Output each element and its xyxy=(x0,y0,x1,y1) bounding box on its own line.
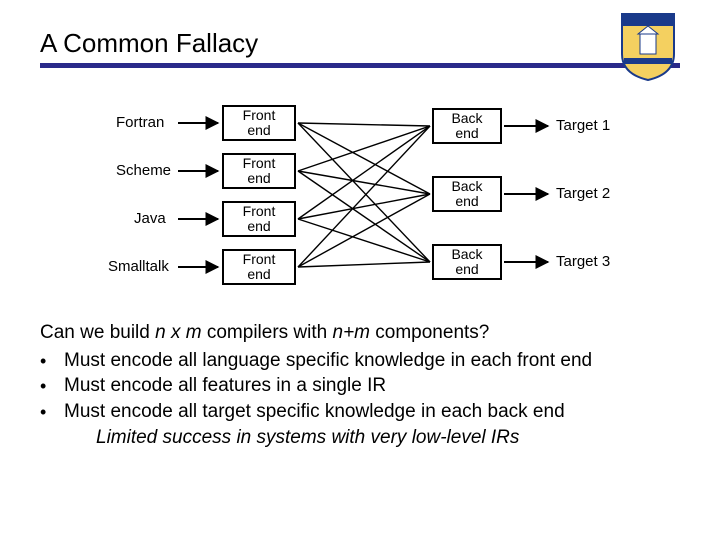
compiler-diagram: Fortran Scheme Java Smalltalk Frontend F… xyxy=(0,90,720,300)
back-end-box-3: Backend xyxy=(432,244,502,280)
q-part1: Can we build xyxy=(40,322,155,343)
slide-title: A Common Fallacy xyxy=(40,28,680,63)
bullet-2-text: Must encode all features in a single IR xyxy=(64,373,680,399)
university-crest-icon xyxy=(618,8,678,82)
q-part2: compilers with xyxy=(202,322,333,343)
q-em2: n+m xyxy=(333,322,371,343)
lang-label-smalltalk: Smalltalk xyxy=(108,258,169,275)
bullet-3: • Must encode all target specific knowle… xyxy=(40,399,680,425)
bullet-2: • Must encode all features in a single I… xyxy=(40,373,680,399)
bullet-icon: • xyxy=(40,399,64,425)
target-label-2: Target 2 xyxy=(556,185,610,202)
target-label-1: Target 1 xyxy=(556,117,610,134)
front-end-box-1: Frontend xyxy=(222,105,296,141)
front-end-box-2: Frontend xyxy=(222,153,296,189)
bullet-1: • Must encode all language specific know… xyxy=(40,348,680,374)
front-end-box-4: Frontend xyxy=(222,249,296,285)
bullet-icon: • xyxy=(40,348,64,374)
target-label-3: Target 3 xyxy=(556,253,610,270)
back-end-box-1: Backend xyxy=(432,108,502,144)
bullet-icon: • xyxy=(40,373,64,399)
bullet-3-text: Must encode all target specific knowledg… xyxy=(64,399,680,425)
question-line: Can we build n x m compilers with n+m co… xyxy=(40,320,680,346)
title-underline xyxy=(40,63,680,68)
q-em1: n x m xyxy=(155,322,201,343)
lang-label-scheme: Scheme xyxy=(116,162,171,179)
tail-line: Limited success in systems with very low… xyxy=(96,425,680,451)
bullet-1-text: Must encode all language specific knowle… xyxy=(64,348,680,374)
body-text: Can we build n x m compilers with n+m co… xyxy=(40,320,680,450)
lang-label-fortran: Fortran xyxy=(116,114,164,131)
front-end-box-3: Frontend xyxy=(222,201,296,237)
q-part3: components? xyxy=(370,322,489,343)
lang-label-java: Java xyxy=(134,210,166,227)
back-end-box-2: Backend xyxy=(432,176,502,212)
